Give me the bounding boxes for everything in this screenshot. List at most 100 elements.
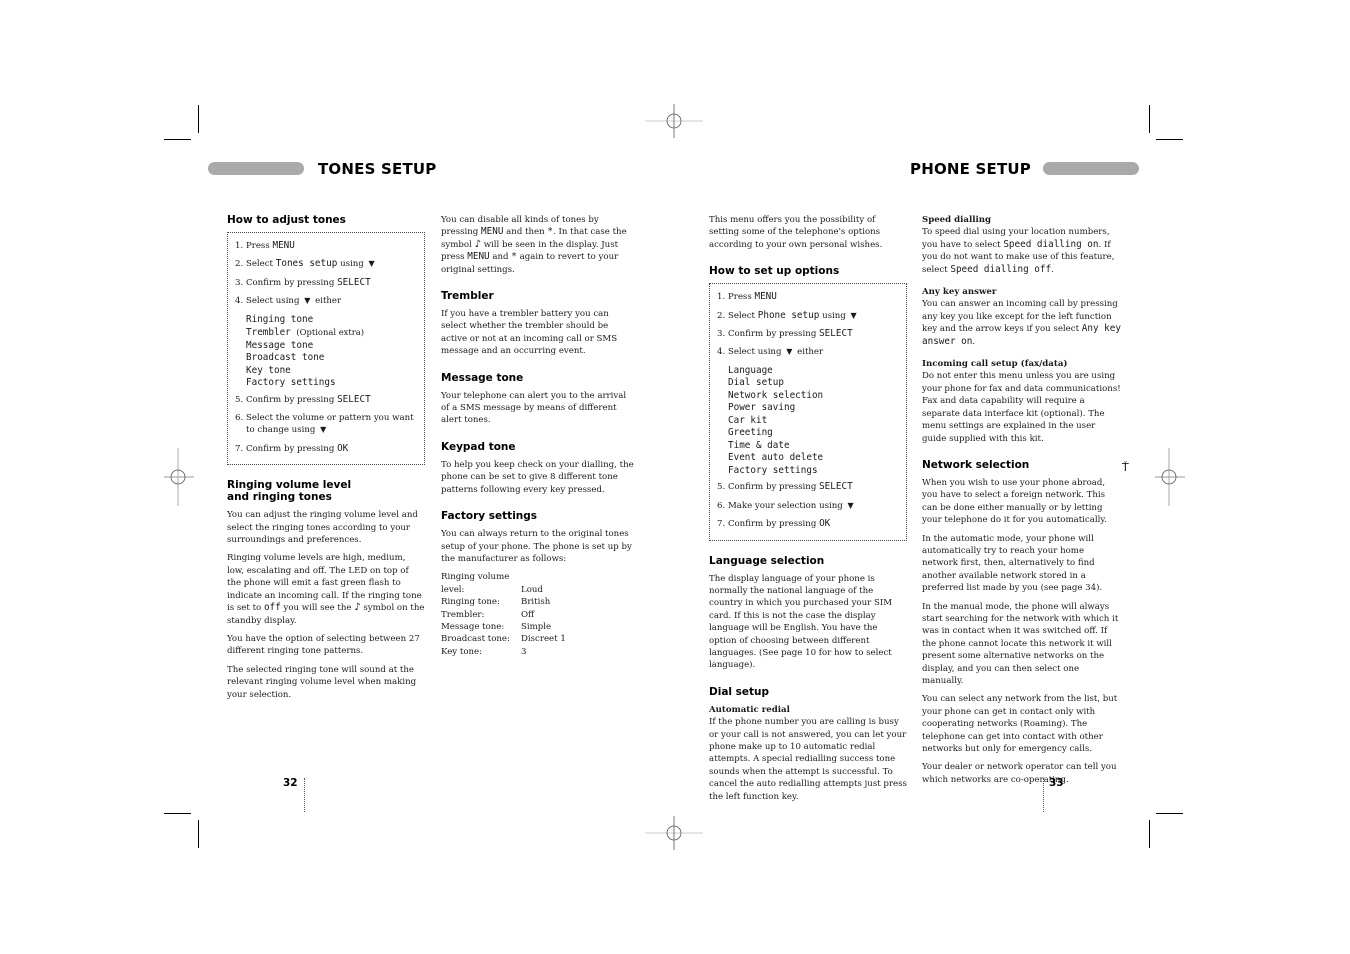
step-2: 2. Select Tones setup using ▼	[235, 258, 375, 270]
down-arrow-icon: ▼	[320, 425, 327, 435]
menu-item: Dial setup	[728, 377, 784, 389]
network-selection-p2: In the automatic mode, your phone will a…	[922, 533, 1103, 594]
keypad-tone-text: To help you keep check on your dialling,…	[441, 459, 634, 495]
speed-dialling-heading: Speed dialling	[922, 215, 992, 225]
table-row: Trembler: Off	[441, 609, 535, 620]
step-7: 7. Confirm by pressing OK	[717, 518, 831, 530]
incoming-call-setup-heading: Incoming call setup (fax/data)	[922, 359, 1068, 370]
crop-mark	[164, 139, 191, 140]
tones-off-icon: ♪	[354, 602, 361, 614]
trembler-heading: Trembler	[441, 290, 494, 303]
trembler-text: If you have a trembler battery you can s…	[441, 309, 618, 357]
message-tone-heading: Message tone	[441, 371, 524, 384]
registration-mark-bottom	[645, 816, 703, 850]
step-2: 2. Select Phone setup using ▼	[717, 309, 857, 321]
antenna-icon: Ť	[1122, 461, 1129, 474]
tones-menu-list: Ringing tone Trembler (Optional extra) M…	[246, 314, 417, 390]
step-1: 1. Press MENU	[717, 291, 777, 303]
dial-setup-heading: Dial setup	[709, 685, 770, 698]
crop-mark	[198, 820, 199, 848]
keypad-tone-heading: Keypad tone	[441, 440, 516, 453]
page-number-left: 32	[283, 777, 298, 789]
table-row: Message tone: Simple	[441, 621, 552, 632]
column-2: You can disable all kinds of tones by pr…	[441, 214, 636, 658]
crop-mark	[164, 813, 191, 814]
column-3: This menu offers you the possibility of …	[709, 214, 907, 809]
table-row: Broadcast tone: Discreet 1	[441, 634, 566, 645]
ringing-p2: Ringing volume levels are high, medium, …	[227, 553, 425, 626]
down-arrow-icon: ▼	[847, 500, 854, 510]
ringing-p3: You have the option of selecting between…	[227, 633, 420, 657]
menu-item: Key tone	[246, 364, 291, 376]
language-selection-heading: Language selection	[709, 554, 825, 567]
registration-mark-left	[164, 448, 194, 506]
crop-mark	[1149, 820, 1150, 848]
step-5: 5. Confirm by pressing SELECT	[235, 393, 371, 405]
step-7: 7. Confirm by pressing OK	[235, 442, 349, 454]
step-6: 6. Make your selection using ▼	[717, 500, 854, 511]
factory-settings-heading: Factory settings	[441, 510, 538, 523]
menu-item: Ringing tone	[246, 313, 314, 325]
phone-setup-menu-list: Language Dial setup Network selection Po…	[728, 365, 899, 478]
crop-mark	[198, 105, 199, 133]
menu-item: Factory settings	[728, 464, 818, 476]
speed-dialling-text: To speed dial using your location number…	[922, 227, 1115, 275]
step-4: 4. Select using ▼ either	[717, 347, 824, 358]
disable-tones-text: You can disable all kinds of tones by pr…	[441, 215, 627, 275]
menu-item: Broadcast tone	[246, 352, 325, 364]
step-3: 3. Confirm by pressing SELECT	[235, 276, 371, 288]
any-key-answer-heading: Any key answer	[922, 287, 997, 298]
table-row: Ringing volume	[441, 572, 510, 583]
menu-item: Language	[728, 364, 773, 376]
crop-mark	[1156, 813, 1183, 814]
automatic-redial-heading: Automatic redial	[709, 704, 790, 715]
table-row: level: Loud	[441, 584, 543, 595]
network-selection-p3: In the manual mode, the phone will alway…	[922, 601, 1119, 686]
ringing-p1: You can adjust the ringing volume level …	[227, 510, 418, 546]
ringing-heading: Ringing volume level and ringing tones	[227, 479, 352, 504]
step-3: 3. Confirm by pressing SELECT	[717, 328, 853, 340]
network-selection-p5: Your dealer or network operator can tell…	[922, 762, 1117, 785]
incoming-call-setup-text: Do not enter this menu unless you are us…	[922, 371, 1121, 444]
network-selection-p4: You can select any network from the list…	[922, 694, 1118, 755]
page-number-right: 33	[1049, 777, 1064, 789]
how-to-adjust-tones-heading: How to adjust tones	[227, 214, 346, 226]
phone-steps-box: 1. Press MENU 2. Select Phone setup usin…	[709, 283, 907, 541]
step-4: 4. Select using ▼ either	[235, 296, 342, 307]
table-row: Key tone: 3	[441, 646, 527, 657]
step-5: 5. Confirm by pressing SELECT	[717, 481, 853, 493]
menu-item: Factory settings	[246, 377, 336, 389]
any-key-answer-text: You can answer an incoming call by press…	[922, 299, 1121, 347]
page-number-rule-right	[1043, 778, 1044, 812]
menu-item: Power saving	[728, 402, 796, 414]
page-title-right: PHONE SETUP	[910, 160, 1031, 178]
menu-item: Trembler (Optional extra)	[246, 327, 365, 339]
language-selection-text: The display language of your phone is no…	[709, 573, 893, 671]
key-menu: MENU	[272, 240, 295, 251]
menu-item: Car kit	[728, 414, 768, 426]
header-bar-left	[208, 162, 304, 175]
down-arrow-icon: ▼	[368, 259, 375, 269]
page-number-rule-left	[304, 778, 305, 812]
message-tone-text: Your telephone can alert you to the arri…	[441, 390, 627, 426]
menu-item: Event auto delete	[728, 452, 824, 464]
down-arrow-icon: ▼	[304, 296, 311, 306]
column-1: How to adjust tones 1. Press MENU 2. Sel…	[227, 214, 425, 707]
star-key: *	[511, 251, 517, 263]
registration-mark-top	[645, 104, 703, 138]
crop-mark	[1156, 139, 1183, 140]
step-1: 1. Press MENU	[235, 240, 295, 251]
table-row: Ringing tone: British	[441, 597, 551, 608]
step-6: 6. Select the volume or pattern you want…	[235, 413, 414, 436]
ringing-p4: The selected ringing tone will sound at …	[227, 664, 417, 700]
tones-steps-box: 1. Press MENU 2. Select Tones setup usin…	[227, 232, 425, 466]
column-4: Speed dialling To speed dial using your …	[922, 214, 1122, 792]
factory-settings-table: Ringing volume level: Loud Ringing tone: B…	[441, 571, 566, 658]
header-bar-right	[1043, 162, 1139, 175]
tones-off-icon: ♪	[474, 238, 481, 250]
automatic-redial-text: If the phone number you are calling is b…	[709, 717, 907, 802]
network-selection-p1: When you wish to use your phone abroad, …	[922, 477, 1107, 526]
menu-item: Time & date	[728, 439, 790, 451]
network-selection-heading: Network selection	[922, 458, 1030, 471]
down-arrow-icon: ▼	[786, 347, 793, 357]
